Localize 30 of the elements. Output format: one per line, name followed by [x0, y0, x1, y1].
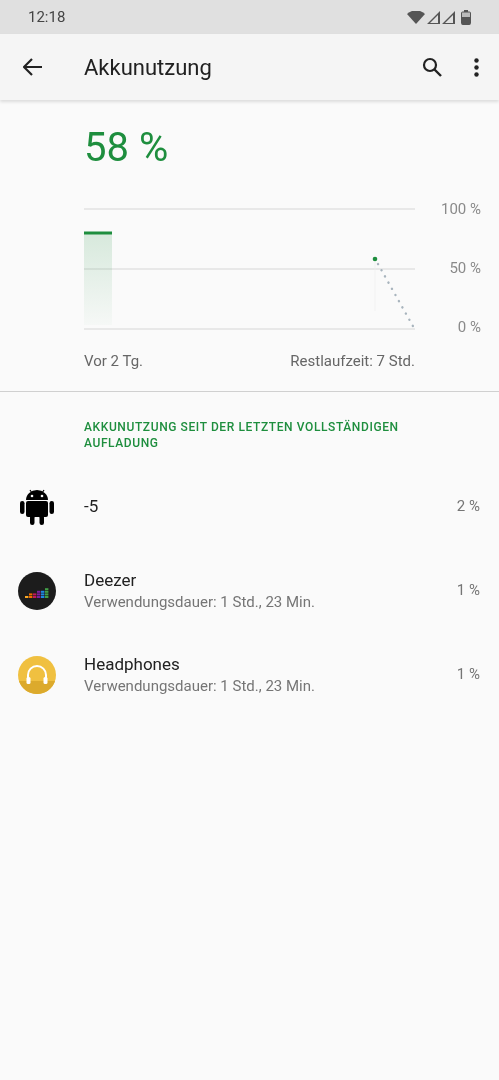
- usage-duration: Verwendungsdauer: 1 Std., 23 Min.: [84, 592, 316, 612]
- usage-duration: Verwendungsdauer: 1 Std., 23 Min.: [84, 676, 316, 696]
- search-icon: [422, 57, 442, 77]
- usage-percent: 1 %: [456, 580, 480, 602]
- app-usage-item[interactable]: Headphones Verwendungsdauer: 1 Std., 23 Min. 1 %: [0, 632, 499, 717]
- equalizer-icon: [18, 571, 56, 610]
- app-usage-item[interactable]: Deezer Verwendungsdauer: 1 Std., 23 Min. 1 %: [0, 548, 499, 633]
- back-arrow-icon: [23, 58, 43, 76]
- section-header: AKKUNUTZUNG SEIT DER LETZTEN VOLLSTÄNDIGEN AUFLADUNG: [84, 418, 400, 451]
- axis-label: 50 %: [449, 258, 481, 279]
- android-icon: [20, 487, 54, 526]
- status-time: 12:18: [28, 6, 66, 28]
- graph-start-label: Vor 2 Tg.: [84, 351, 144, 372]
- app-name: Headphones: [84, 653, 181, 676]
- battery-percent: 58 %: [84, 123, 170, 173]
- wifi-icon: [407, 10, 425, 24]
- battery-icon: [461, 9, 471, 25]
- axis-label: 100 %: [441, 199, 481, 220]
- more-options-icon: [473, 57, 479, 77]
- app-name: -5: [84, 495, 100, 518]
- signal-icon: [427, 10, 440, 24]
- remaining-time: Restlaufzeit: 7 Std.: [290, 351, 415, 372]
- signal-icon: [442, 10, 455, 24]
- app-usage-item[interactable]: -5 2 %: [0, 464, 499, 549]
- axis-label: 0 %: [457, 317, 481, 338]
- app-name: Deezer: [84, 569, 138, 592]
- headphones-icon: [18, 655, 56, 694]
- usage-percent: 1 %: [456, 664, 480, 686]
- screen-title: Akkunutzung: [84, 53, 213, 82]
- usage-percent: 2 %: [456, 496, 480, 518]
